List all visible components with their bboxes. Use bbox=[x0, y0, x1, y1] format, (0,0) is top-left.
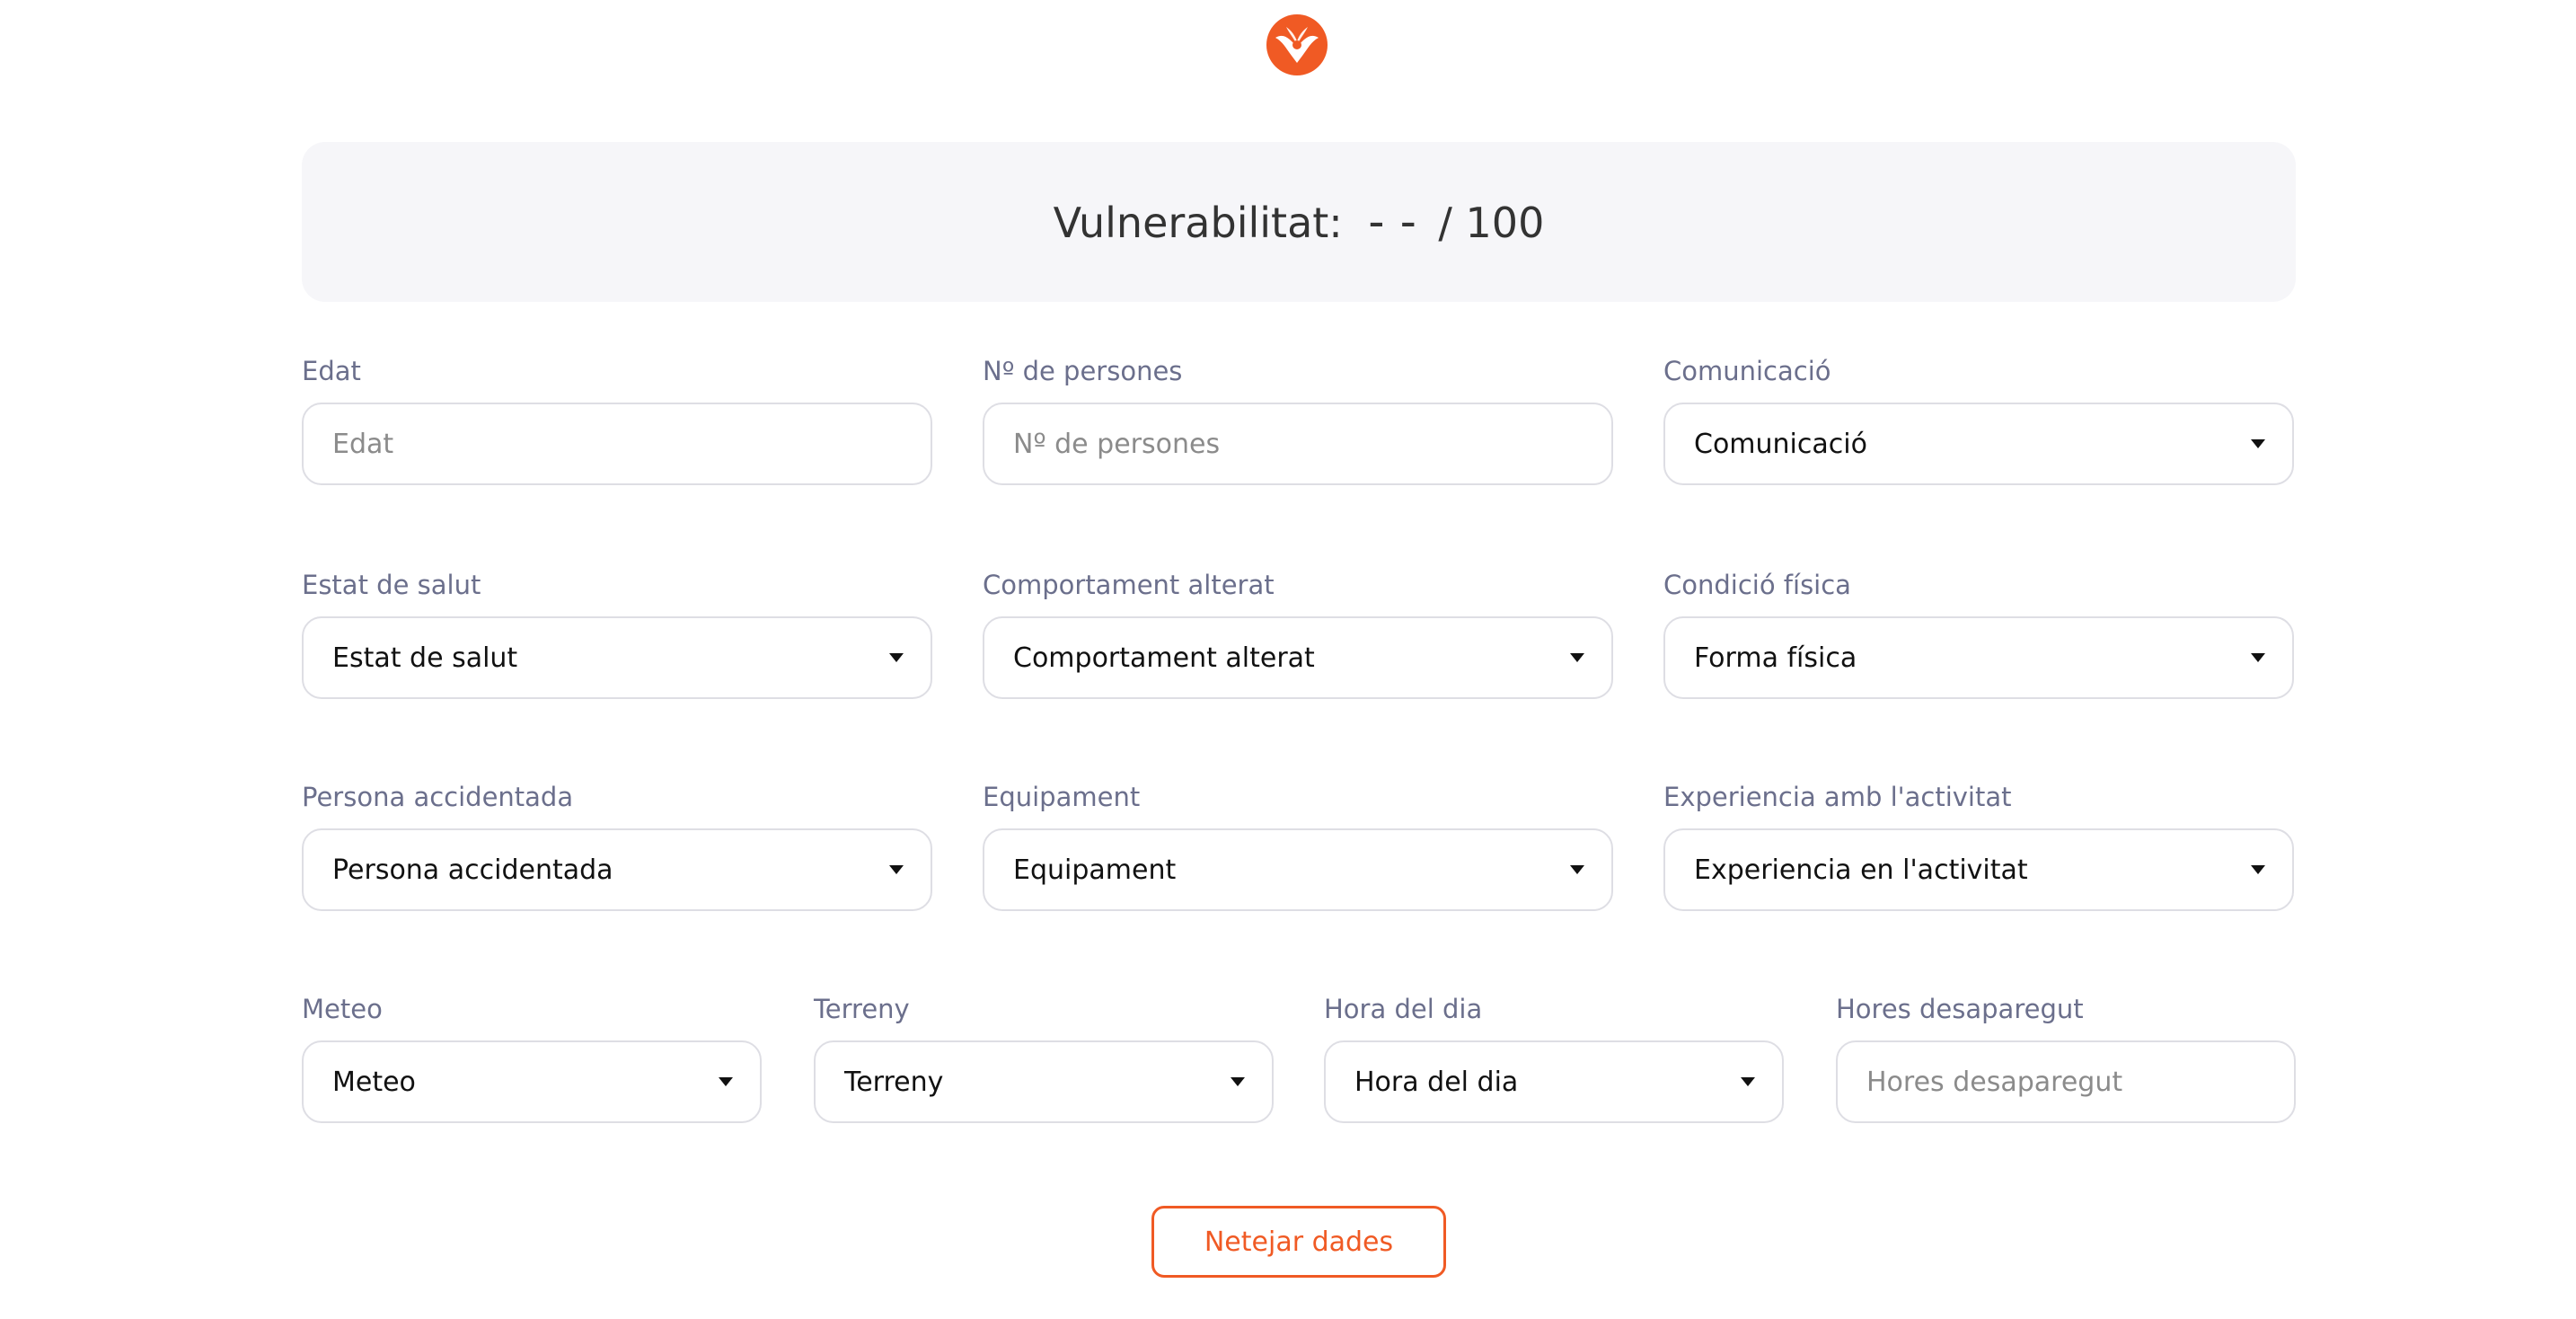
caret-down-icon bbox=[889, 653, 904, 662]
caret-down-icon bbox=[1231, 1077, 1245, 1086]
field-hores: Hores desaparegut bbox=[1836, 994, 2296, 1129]
comunicacio-selected: Comunicació bbox=[1694, 428, 1867, 460]
experiencia-label: Experiencia amb l'activitat bbox=[1663, 782, 2012, 812]
condicio-label: Condició física bbox=[1663, 570, 1851, 600]
caret-down-icon bbox=[2251, 439, 2265, 448]
comunicacio-select[interactable]: Comunicació bbox=[1663, 403, 2294, 485]
field-condicio: Condició física Forma física bbox=[1663, 570, 2294, 704]
equipament-selected: Equipament bbox=[1013, 854, 1177, 886]
clear-data-button[interactable]: Netejar dades bbox=[1151, 1206, 1446, 1278]
field-salut: Estat de salut Estat de salut bbox=[302, 570, 932, 704]
terreny-select[interactable]: Terreny bbox=[814, 1040, 1274, 1123]
hora-select[interactable]: Hora del dia bbox=[1324, 1040, 1784, 1123]
field-edat: Edat bbox=[302, 356, 932, 491]
salut-selected: Estat de salut bbox=[332, 642, 518, 674]
hora-selected: Hora del dia bbox=[1354, 1066, 1519, 1098]
field-comunicacio: Comunicació Comunicació bbox=[1663, 356, 2294, 491]
equipament-label: Equipament bbox=[983, 782, 1141, 812]
comportament-select[interactable]: Comportament alterat bbox=[983, 616, 1613, 699]
score-max: / 100 bbox=[1438, 199, 1545, 247]
comportament-label: Comportament alterat bbox=[983, 570, 1275, 600]
persones-input[interactable] bbox=[983, 403, 1613, 485]
accidentada-label: Persona accidentada bbox=[302, 782, 574, 812]
hores-label: Hores desaparegut bbox=[1836, 994, 2084, 1024]
comportament-selected: Comportament alterat bbox=[1013, 642, 1315, 674]
caret-down-icon bbox=[2251, 653, 2265, 662]
vulnerability-score-panel: Vulnerabilitat: --/ 100 bbox=[302, 142, 2296, 302]
meteo-selected: Meteo bbox=[332, 1066, 416, 1098]
field-hora: Hora del dia Hora del dia bbox=[1324, 994, 1784, 1129]
hora-label: Hora del dia bbox=[1324, 994, 1483, 1024]
caret-down-icon bbox=[889, 865, 904, 874]
field-comportament: Comportament alterat Comportament altera… bbox=[983, 570, 1613, 704]
field-persones: Nº de persones bbox=[983, 356, 1613, 491]
field-terreny: Terreny Terreny bbox=[814, 994, 1274, 1129]
terreny-selected: Terreny bbox=[844, 1066, 944, 1098]
caret-down-icon bbox=[1570, 653, 1584, 662]
meteo-select[interactable]: Meteo bbox=[302, 1040, 762, 1123]
caret-down-icon bbox=[1570, 865, 1584, 874]
meteo-label: Meteo bbox=[302, 994, 383, 1024]
salut-select[interactable]: Estat de salut bbox=[302, 616, 932, 699]
terreny-label: Terreny bbox=[814, 994, 910, 1024]
persones-label: Nº de persones bbox=[983, 356, 1183, 386]
bird-logo-icon bbox=[1263, 11, 1331, 79]
accidentada-selected: Persona accidentada bbox=[332, 854, 613, 886]
salut-label: Estat de salut bbox=[302, 570, 481, 600]
condicio-select[interactable]: Forma física bbox=[1663, 616, 2294, 699]
vulnerability-score: Vulnerabilitat: --/ 100 bbox=[1054, 195, 1545, 249]
edat-label: Edat bbox=[302, 356, 361, 386]
experiencia-selected: Experiencia en l'activitat bbox=[1694, 854, 2028, 886]
score-label: Vulnerabilitat: bbox=[1053, 199, 1343, 247]
field-meteo: Meteo Meteo bbox=[302, 994, 762, 1129]
experiencia-select[interactable]: Experiencia en l'activitat bbox=[1663, 828, 2294, 911]
field-equipament: Equipament Equipament bbox=[983, 782, 1613, 916]
accidentada-select[interactable]: Persona accidentada bbox=[302, 828, 932, 911]
caret-down-icon bbox=[719, 1077, 733, 1086]
caret-down-icon bbox=[1741, 1077, 1755, 1086]
field-experiencia: Experiencia amb l'activitat Experiencia … bbox=[1663, 782, 2294, 916]
condicio-selected: Forma física bbox=[1694, 642, 1857, 674]
field-accidentada: Persona accidentada Persona accidentada bbox=[302, 782, 932, 916]
hores-input[interactable] bbox=[1836, 1040, 2296, 1123]
comunicacio-label: Comunicació bbox=[1663, 356, 1831, 386]
caret-down-icon bbox=[2251, 865, 2265, 874]
equipament-select[interactable]: Equipament bbox=[983, 828, 1613, 911]
score-value: -- bbox=[1362, 195, 1426, 249]
edat-input[interactable] bbox=[302, 403, 932, 485]
